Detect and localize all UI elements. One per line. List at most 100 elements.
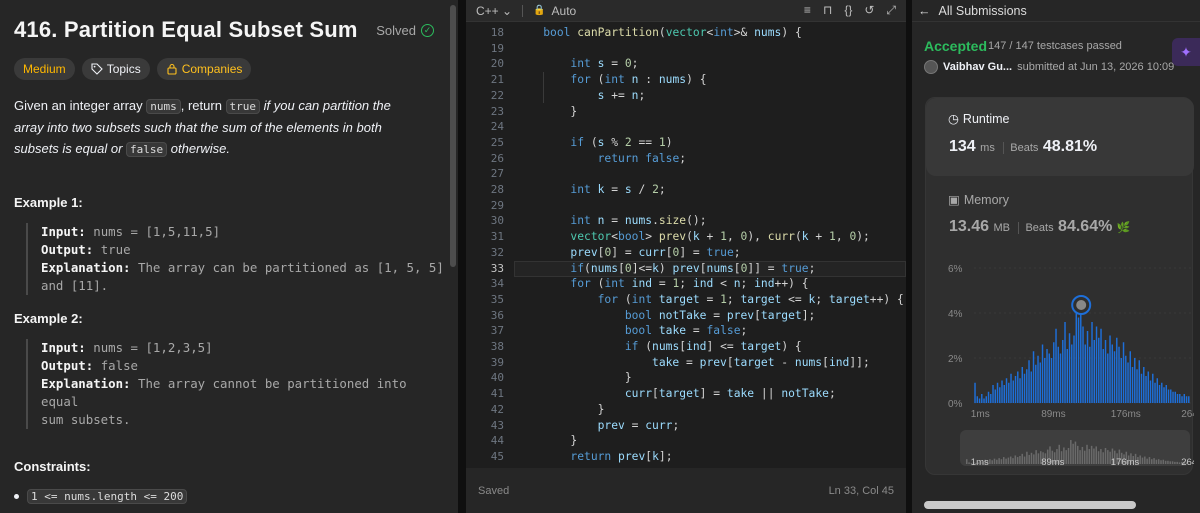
mini-bar <box>1097 451 1100 464</box>
constraint-item: 1 <= nums.length <= 200 <box>14 489 188 504</box>
mini-bar <box>1065 450 1067 464</box>
mini-bar <box>1144 456 1146 464</box>
explanation-label: Explanation: <box>41 376 131 391</box>
line-number: 41 <box>490 387 504 401</box>
mini-bar <box>1035 450 1037 464</box>
code-line[interactable]: prev[0] = curr[0] = true; <box>516 245 740 261</box>
mini-bar <box>1162 459 1165 464</box>
code-area[interactable]: 18 bool canPartition(vector<int>& nums) … <box>466 22 906 468</box>
language-label: C++ <box>476 3 499 18</box>
code-line[interactable]: } <box>516 104 577 120</box>
expand-icon[interactable]: ⤢ <box>886 3 896 18</box>
code-line[interactable]: } <box>516 433 577 449</box>
solved-badge: Solved ✓ <box>376 23 434 38</box>
mini-bar <box>1155 459 1158 464</box>
code-line[interactable]: take = prev[target - nums[ind]]; <box>516 355 870 371</box>
mini-x-tick-label: 89ms <box>1041 457 1064 468</box>
code-line[interactable]: int n = nums.size(); <box>516 213 706 229</box>
code-line[interactable]: int k = s / 2; <box>516 182 665 198</box>
mini-bar <box>1074 441 1077 464</box>
mini-bar <box>1171 461 1174 464</box>
tag-icon <box>91 63 103 75</box>
line-number: 43 <box>490 418 504 432</box>
code-line[interactable]: return false; <box>516 151 686 167</box>
save-status: Saved <box>478 484 510 497</box>
example2-heading: Example 2: <box>14 311 83 326</box>
line-number: 33 <box>490 261 504 275</box>
line-number: 27 <box>490 167 504 181</box>
example1-explanation: The array can be partitioned as [1, 5, 5… <box>138 260 444 275</box>
mode-label[interactable]: Auto <box>552 4 577 18</box>
mini-bar <box>968 462 970 464</box>
mini-bar <box>1021 453 1024 464</box>
mini-bar <box>1151 459 1153 464</box>
scrollbar[interactable] <box>450 5 456 267</box>
arrow-left-icon[interactable]: ← <box>918 4 931 18</box>
example1-heading: Example 1: <box>14 195 83 210</box>
mini-bar <box>1139 455 1141 464</box>
line-number: 32 <box>490 245 504 259</box>
code-line[interactable]: prev = curr; <box>516 418 680 434</box>
code-line[interactable]: s += n; <box>516 88 646 104</box>
input-label: Input: <box>41 224 86 239</box>
code-line[interactable]: vector<bool> prev(k + 1, 0), curr(k + 1,… <box>516 229 869 245</box>
bookmark-icon[interactable]: ⊓ <box>823 3 832 18</box>
username[interactable]: Vaibhav Gu... <box>943 61 1012 73</box>
format-icon[interactable]: ≡ <box>804 3 811 18</box>
code-line[interactable]: bool canPartition(vector<int>& nums) { <box>516 25 802 41</box>
mini-bar <box>1019 456 1021 464</box>
code-line[interactable]: bool notTake = prev[target]; <box>516 308 816 324</box>
mini-bar <box>1174 461 1176 464</box>
mini-bar <box>1107 450 1109 464</box>
line-number: 35 <box>490 292 504 306</box>
submitter-info: Vaibhav Gu... submitted at Jun 13, 2026 … <box>924 60 1174 74</box>
code-line[interactable]: if(nums[0]<=k) prev[nums[0]] = true; <box>516 261 815 277</box>
inline-code: nums <box>146 99 181 114</box>
line-number: 22 <box>490 88 504 102</box>
code-line[interactable]: return prev[k]; <box>516 449 672 465</box>
inline-code: false <box>126 142 168 157</box>
line-number: 23 <box>490 104 504 118</box>
example2-block: Input: nums = [1,2,3,5] Output: false Ex… <box>26 339 446 429</box>
example1-block: Input: nums = [1,5,11,5] Output: true Ex… <box>26 223 446 295</box>
line-number: 45 <box>490 449 504 463</box>
companies-tag[interactable]: Companies <box>156 58 252 80</box>
code-line[interactable]: } <box>516 402 605 418</box>
mini-bar <box>1104 448 1107 464</box>
mini-bar <box>996 459 998 464</box>
code-line[interactable]: bool take = false; <box>516 323 747 339</box>
mini-bar <box>1167 460 1169 464</box>
editor-footer: Saved Ln 33, Col 45 <box>466 468 906 513</box>
mini-bar <box>1095 446 1098 464</box>
code-line[interactable]: if (nums[ind] <= target) { <box>516 339 802 355</box>
tag-list: Medium Topics Companies <box>14 58 444 80</box>
mini-bar <box>993 458 996 464</box>
sparkle-icon[interactable]: ✦ <box>1172 38 1200 66</box>
mini-bar <box>1009 456 1012 464</box>
mini-x-tick-label: 176ms <box>1111 457 1140 468</box>
topics-tag[interactable]: Topics <box>81 58 150 80</box>
braces-icon[interactable]: {} <box>844 3 852 18</box>
testcases-passed: 147 / 147 testcases passed <box>988 40 1122 52</box>
horizontal-scrollbar[interactable] <box>924 501 1136 509</box>
constraint-code: 1 <= nums.length <= 200 <box>27 489 188 504</box>
code-line[interactable]: int s = 0; <box>516 56 638 72</box>
code-line[interactable]: } <box>516 370 632 386</box>
code-line[interactable]: curr[target] = take || notTake; <box>516 386 836 402</box>
all-submissions-link[interactable]: All Submissions <box>939 4 1027 18</box>
panel-divider[interactable] <box>458 0 466 513</box>
language-select[interactable]: C++ ⌄ <box>476 4 512 18</box>
chevron-down-icon: ⌄ <box>502 3 513 18</box>
code-line[interactable]: for (int ind = 1; ind < n; ind++) { <box>516 276 808 292</box>
mini-bar <box>1088 449 1091 464</box>
code-line[interactable]: if (s % 2 == 1) <box>516 135 672 151</box>
submission-header[interactable]: ← All Submissions <box>912 0 1200 22</box>
reset-icon[interactable]: ↺ <box>864 3 874 18</box>
code-line[interactable]: for (int n : nums) { <box>516 72 706 88</box>
code-line[interactable]: for (int target = 1; target <= k; target… <box>516 292 904 308</box>
avatar[interactable] <box>924 60 938 74</box>
mini-x-tick-label: 264 <box>1181 457 1194 468</box>
difficulty-tag[interactable]: Medium <box>14 58 75 80</box>
line-number: 25 <box>490 135 504 149</box>
mini-bar <box>1070 440 1072 464</box>
